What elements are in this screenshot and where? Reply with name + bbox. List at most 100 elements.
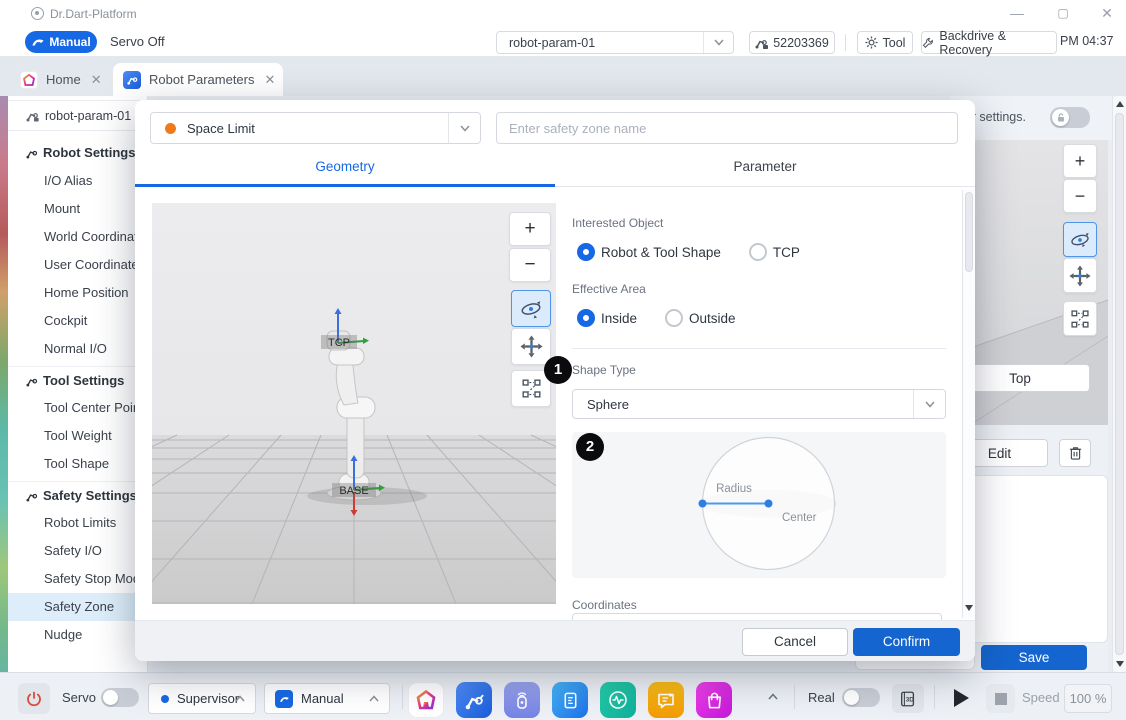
sidebar-nav: Robot Settings I/O Alias Mount World Coo… <box>8 139 148 649</box>
home-app-icon[interactable] <box>408 682 444 718</box>
lock-icon <box>1052 109 1069 126</box>
sidebar-item-tool-weight[interactable]: Tool Weight <box>8 422 148 450</box>
shape-type-dropdown[interactable]: Sphere <box>572 389 946 419</box>
robot-param-dropdown[interactable]: robot-param-01 <box>496 31 734 54</box>
scroll-down-icon[interactable] <box>965 605 973 611</box>
sidebar-item-safety-zone[interactable]: Safety Zone <box>8 593 148 621</box>
annotation-badge-2: 2 <box>576 433 604 461</box>
monitoring-app-icon[interactable] <box>600 682 636 718</box>
zone-name-input[interactable] <box>496 112 958 144</box>
close-icon[interactable]: ✕ <box>1090 0 1124 26</box>
scroll-down-icon[interactable] <box>1116 661 1124 667</box>
sidebar-item-safety-stop-modes[interactable]: Safety Stop Modes <box>8 565 148 593</box>
sidebar-item-world-coordinates[interactable]: World Coordinates <box>8 223 148 251</box>
orbit-button[interactable] <box>511 290 551 327</box>
sidebar-item-tool-shape[interactable]: Tool Shape <box>8 450 148 478</box>
bg-view-top-label: Top <box>1009 371 1031 386</box>
servo-status-text: Servo Off <box>110 34 165 49</box>
real-toggle[interactable] <box>842 688 880 707</box>
3d-view-button[interactable]: 3D <box>892 684 924 713</box>
sidebar-item-safety-io[interactable]: Safety I/O <box>8 537 148 565</box>
role-status-dot <box>161 695 169 703</box>
page-scrollbar-thumb[interactable] <box>1115 113 1124 655</box>
save-button[interactable]: Save <box>981 645 1087 670</box>
annotation-badge-1: 1 <box>544 356 572 384</box>
dialog-tabs: Geometry Parameter <box>135 150 975 187</box>
backdrive-recovery-label: Backdrive & Recovery <box>939 29 1056 57</box>
scroll-up-icon[interactable] <box>1116 101 1124 107</box>
toolbar-divider <box>845 34 846 51</box>
robot-parameters-tab-close-icon[interactable]: ✕ <box>265 72 276 88</box>
robot-serial-button[interactable]: 52203369 <box>749 31 835 54</box>
radio-outside[interactable] <box>665 309 683 327</box>
maximize-icon[interactable]: ▢ <box>1046 0 1080 26</box>
servo-toggle[interactable] <box>101 688 139 707</box>
sidebar-item-normal-io[interactable]: Normal I/O <box>8 335 148 363</box>
zoom-out-icon: − <box>524 254 535 276</box>
store-app-icon[interactable] <box>696 682 732 718</box>
sidebar-item-mount[interactable]: Mount <box>8 195 148 223</box>
radio-inside-label: Inside <box>601 311 637 326</box>
play-button[interactable] <box>948 685 974 711</box>
radio-tcp[interactable] <box>749 243 767 261</box>
stop-button[interactable] <box>986 684 1015 713</box>
section-safety-settings: Safety Settings <box>8 481 148 509</box>
sidebar-item-nudge[interactable]: Nudge <box>8 621 148 649</box>
robot-lock-icon <box>755 36 768 49</box>
task-writer-app-icon[interactable] <box>552 682 588 718</box>
chevron-down-icon <box>448 113 480 143</box>
sidebar-item-robot-limits[interactable]: Robot Limits <box>8 509 148 537</box>
dialog-scrollbar-thumb[interactable] <box>965 192 973 272</box>
radio-robot-tool-shape[interactable] <box>577 243 595 261</box>
app-logo-icon <box>31 7 44 20</box>
svg-text:3D: 3D <box>906 696 915 703</box>
pan-button[interactable] <box>511 328 551 365</box>
trash-icon <box>1068 445 1083 461</box>
sidebar-item-tool-center-point[interactable]: Tool Center Point <box>8 394 148 422</box>
home-tab-close-icon[interactable]: ✕ <box>91 72 102 88</box>
robot-parameters-tab-icon <box>123 71 141 89</box>
role-dropdown-value: Supervisor <box>177 691 239 706</box>
page-scrollbar[interactable] <box>1112 96 1126 672</box>
edit-lock-toggle[interactable] <box>1050 107 1090 128</box>
sidebar-item-io-alias[interactable]: I/O Alias <box>8 167 148 195</box>
robot-3d-viewport[interactable]: TCP BASE + − Front Right Le <box>152 203 556 604</box>
sidebar-item-user-coordinates[interactable]: User Coordinates <box>8 251 148 279</box>
power-button[interactable] <box>18 683 50 714</box>
tab-robot-parameters[interactable]: Robot Parameters ✕ <box>113 63 283 96</box>
cancel-button[interactable]: Cancel <box>742 628 848 656</box>
bg-orbit-button[interactable] <box>1063 222 1097 257</box>
radio-inside[interactable] <box>577 309 595 327</box>
center-label: Center <box>782 512 817 524</box>
bg-zoom-in-button[interactable]: + <box>1063 144 1097 178</box>
tab-geometry[interactable]: Geometry <box>135 150 555 186</box>
message-app-icon[interactable] <box>648 682 684 718</box>
dock-collapse-icon[interactable] <box>768 693 778 700</box>
role-dropdown[interactable]: Supervisor <box>148 683 256 714</box>
operation-mode-dropdown[interactable]: Manual <box>264 683 390 714</box>
tab-parameter[interactable]: Parameter <box>555 150 975 186</box>
radius-label: Radius <box>716 483 752 495</box>
robot-icon <box>26 375 38 387</box>
speed-value-box[interactable]: 100 % <box>1064 684 1112 713</box>
robot-parameters-app-icon[interactable] <box>456 682 492 718</box>
sidebar-item-home-position[interactable]: Home Position <box>8 279 148 307</box>
backdrive-recovery-button[interactable]: Backdrive & Recovery <box>921 31 1057 54</box>
bg-measure-button[interactable] <box>1063 301 1097 336</box>
bg-pan-button[interactable] <box>1063 258 1097 293</box>
minimize-icon[interactable]: — <box>1000 0 1034 26</box>
delete-button[interactable] <box>1059 439 1091 467</box>
tab-bar: Home ✕ Robot Parameters ✕ <box>0 57 1126 96</box>
confirm-button[interactable]: Confirm <box>853 628 960 656</box>
zoom-out-button[interactable]: − <box>509 248 551 282</box>
teach-pendant-app-icon[interactable] <box>504 682 540 718</box>
sidebar-item-cockpit[interactable]: Cockpit <box>8 307 148 335</box>
tab-home[interactable]: Home ✕ <box>10 63 106 96</box>
bg-zoom-out-button[interactable]: − <box>1063 179 1097 213</box>
dialog-scrollbar[interactable] <box>962 190 975 618</box>
tool-button[interactable]: Tool <box>857 31 913 54</box>
zone-type-dropdown[interactable]: Space Limit <box>150 112 481 144</box>
zoom-in-button[interactable]: + <box>509 212 551 246</box>
stop-icon <box>995 693 1007 705</box>
manual-mode-button[interactable]: Manual <box>25 31 97 53</box>
